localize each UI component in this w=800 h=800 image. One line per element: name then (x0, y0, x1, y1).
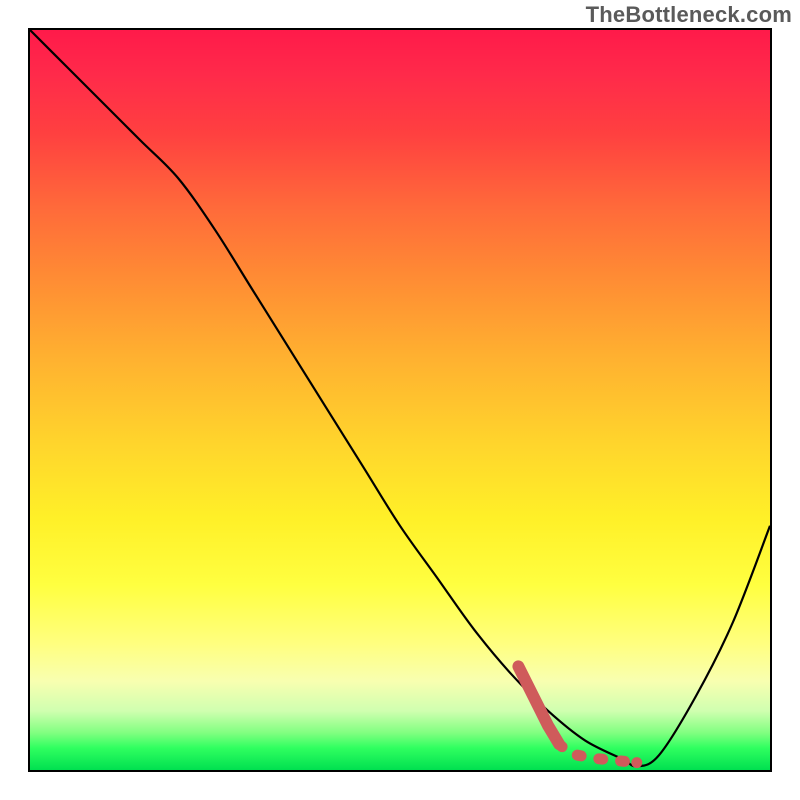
plot-area (28, 28, 772, 772)
highlight-solid (518, 666, 559, 744)
highlight-end-dot (631, 757, 642, 768)
watermark-text: TheBottleneck.com (586, 2, 792, 28)
chart-overlay (30, 30, 770, 770)
chart-container: TheBottleneck.com (0, 0, 800, 800)
highlight-group (518, 666, 642, 768)
curve-main (30, 30, 770, 766)
